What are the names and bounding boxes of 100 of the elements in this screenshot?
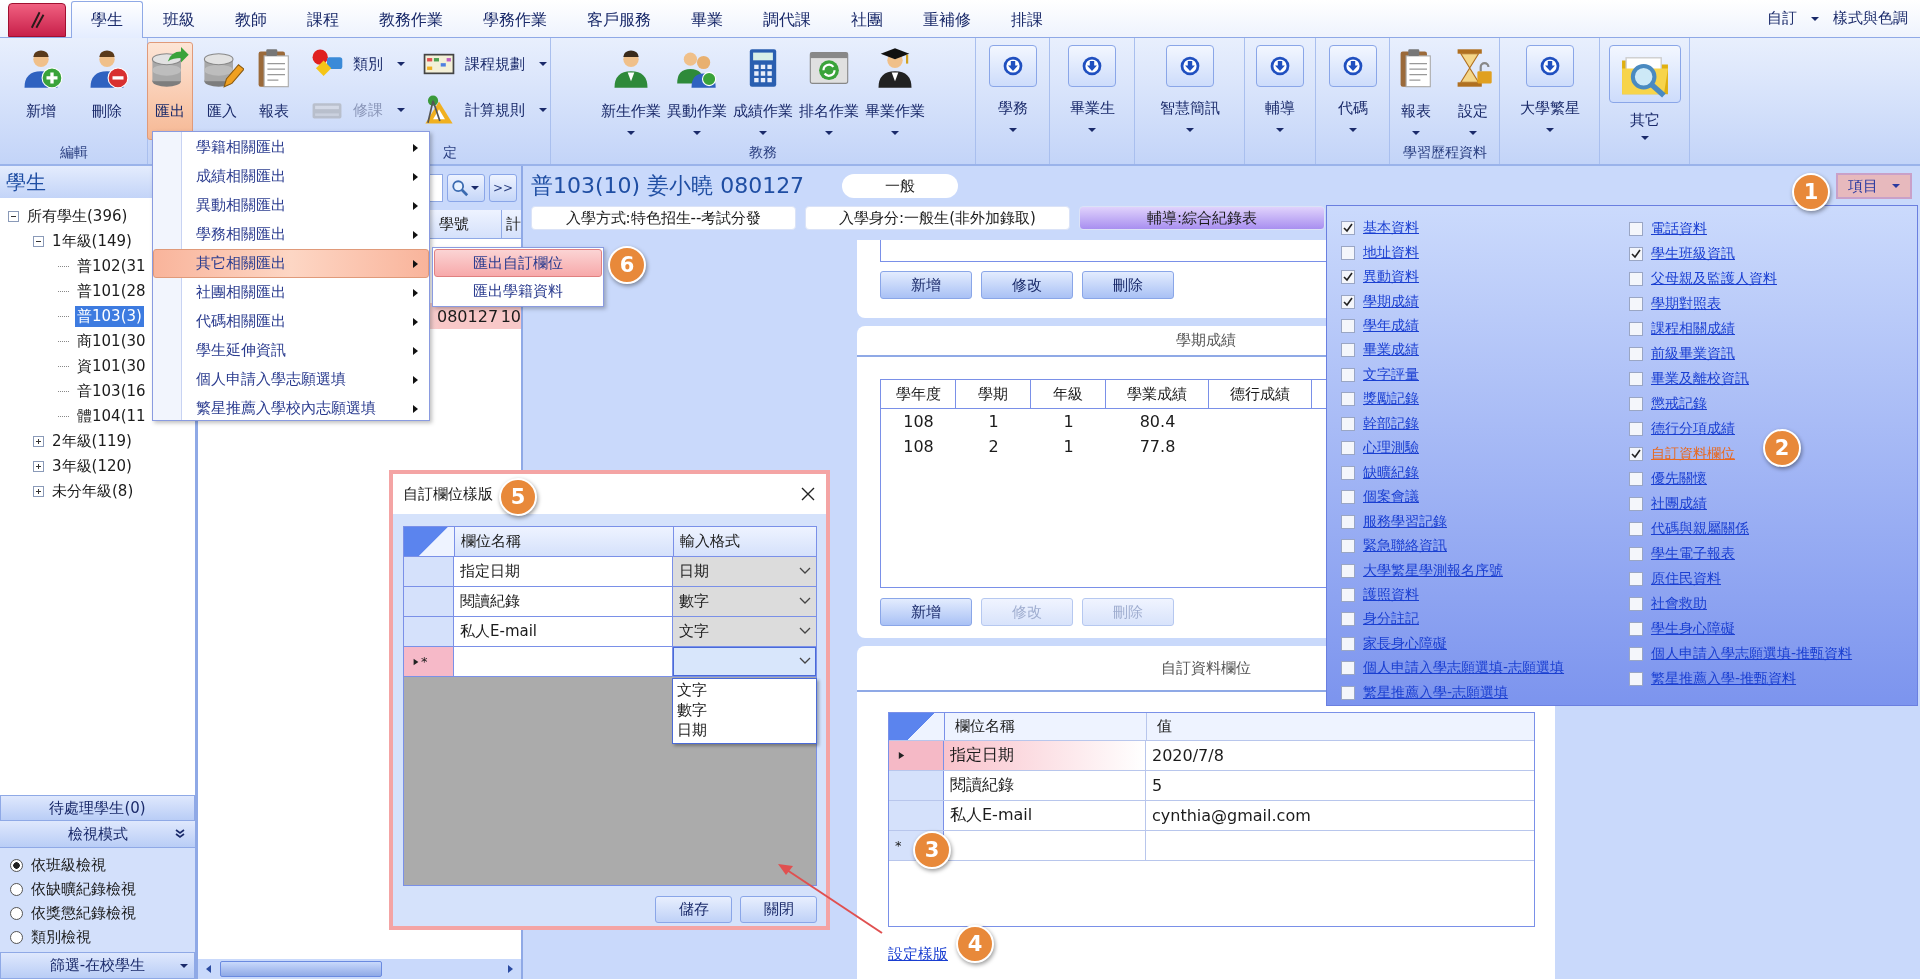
ribbon-tab[interactable]: 課程 [287,3,359,37]
column-header[interactable]: 年級 [1031,380,1106,408]
column-header[interactable]: 欄位名稱 [455,527,674,556]
select-all-corner[interactable] [404,527,455,556]
checkbox[interactable] [1341,221,1355,236]
ribbon-button[interactable]: 異動作業 [667,42,727,140]
checkbox[interactable] [1629,321,1643,336]
checkbox[interactable] [1341,392,1355,407]
checkbox[interactable] [1341,441,1355,456]
action-button[interactable]: 刪除 [1082,271,1174,299]
item-link[interactable]: 基本資料 [1363,219,1419,238]
ribbon-tab[interactable]: 排課 [991,3,1063,37]
column-header[interactable]: 德行成績 [1209,380,1312,408]
column-header[interactable]: 計 [502,210,521,238]
menu-item[interactable]: 代碼相關匯出 [153,307,429,336]
ribbon-button[interactable]: 計算規則 [415,90,551,130]
text-area[interactable] [880,240,1326,262]
ribbon-button[interactable]: 畢業作業 [865,42,925,140]
checkbox[interactable] [1341,465,1355,480]
dropdown-option[interactable]: 數字 [677,700,812,720]
checkbox[interactable] [1629,521,1643,536]
checkbox[interactable] [1629,271,1643,286]
table-cell[interactable]: cynthia@gmail.com [1146,801,1534,830]
item-link[interactable]: 前級畢業資訊 [1651,344,1735,363]
column-header[interactable]: 學業成績 [1106,380,1209,408]
column-header[interactable]: 值 [1147,713,1534,740]
column-header[interactable]: 學期 [956,380,1031,408]
checkbox[interactable] [1629,246,1643,261]
item-link[interactable]: 心理測驗 [1363,439,1419,458]
menu-item[interactable]: 匯出學籍資料 [434,277,602,305]
item-link[interactable]: 代碼與親屬關係 [1651,519,1749,538]
ribbon-button[interactable]: 排名作業 [799,42,859,140]
item-link[interactable]: 畢業成績 [1363,341,1419,360]
expand-icon[interactable] [33,486,44,497]
checkbox[interactable] [1341,685,1355,700]
ribbon-button[interactable]: 新增 [10,42,71,140]
column-header[interactable]: 學號 [435,210,502,238]
items-dropdown-button[interactable]: 項目 [1836,173,1912,199]
info-tab[interactable]: 入學身分:一般生(非外加錄取) [805,206,1070,230]
checkbox[interactable] [1629,396,1643,411]
item-link[interactable]: 德行分項成績 [1651,419,1735,438]
tree-item[interactable]: 商101(30 [75,331,148,352]
item-link[interactable]: 服務學習記錄 [1363,512,1447,531]
item-link[interactable]: 個案會議 [1363,488,1419,507]
checkbox[interactable] [1629,471,1643,486]
checkbox[interactable] [1629,421,1643,436]
radio-label[interactable]: 依班級檢視 [31,856,106,875]
tree-item[interactable]: 普103(3) [75,306,144,327]
collapse-icon[interactable] [8,211,19,222]
item-link[interactable]: 課程相關成績 [1651,319,1735,338]
item-link[interactable]: 學期對照表 [1651,294,1721,313]
ribbon-tab[interactable]: 調代課 [743,3,831,37]
menu-item[interactable]: 其它相關匯出 [153,249,429,278]
item-link[interactable]: 異動資料 [1363,268,1419,287]
checkbox[interactable] [1341,636,1355,651]
ribbon-button[interactable]: 設定 [1447,42,1499,140]
scroll-thumb[interactable] [220,961,382,977]
ribbon-tab[interactable]: 畢業 [671,3,743,37]
tree-item[interactable]: 音103(16 [75,381,148,402]
table-cell[interactable]: 5 [1146,771,1534,800]
horizontal-scrollbar[interactable] [198,959,521,979]
ribbon-button[interactable]: 報表 [1390,42,1442,140]
checkbox[interactable] [1629,446,1643,461]
item-link[interactable]: 懲戒記錄 [1651,394,1707,413]
checkbox[interactable] [1629,496,1643,511]
checkbox[interactable] [1341,612,1355,627]
dropdown-option[interactable]: 日期 [677,720,812,740]
collapse-icon[interactable] [33,236,44,247]
row-header[interactable]: * [404,647,454,676]
column-header[interactable]: 欄位名稱 [945,713,1147,740]
checkbox[interactable] [1629,571,1643,586]
checkbox[interactable] [1341,343,1355,358]
checkbox[interactable] [1629,646,1643,661]
item-link[interactable]: 社團成績 [1651,494,1707,513]
menu-item[interactable]: 學務相關匯出 [153,220,429,249]
ribbon-button[interactable]: 大學繁星 [1519,42,1580,140]
item-link[interactable]: 文字評量 [1363,365,1419,384]
filter-dropdown[interactable]: 篩選-在校學生 [0,952,195,979]
checkbox[interactable] [1341,319,1355,334]
tree-item[interactable]: 1年級(149) [50,231,134,252]
ribbon-button[interactable]: 輔導 [1256,42,1304,140]
dropdown-option[interactable]: 文字 [677,680,812,700]
ribbon-tab[interactable]: 教務作業 [359,3,463,37]
radio-label[interactable]: 依缺曠紀錄檢視 [31,880,136,899]
item-link[interactable]: 學生班級資訊 [1651,244,1735,263]
table-cell[interactable]: 閱讀紀錄 [944,771,1146,800]
expand-icon[interactable] [33,436,44,447]
tree-item[interactable]: 2年級(119) [50,431,134,452]
tree-item[interactable]: 體104(11 [75,406,148,427]
checkbox[interactable] [1629,221,1643,236]
table-cell[interactable]: 指定日期 [944,741,1146,770]
item-link[interactable]: 畢業及離校資訊 [1651,369,1749,388]
menu-item[interactable]: 社團相關匯出 [153,278,429,307]
app-menu-button[interactable] [8,3,66,37]
table-cell[interactable]: 私人E-mail [944,801,1146,830]
pending-students-button[interactable]: 待處理學生(0) [0,795,195,821]
action-button[interactable]: 新增 [880,271,972,299]
item-link[interactable]: 地址資料 [1363,243,1419,262]
ribbon-button[interactable]: 智慧簡訊 [1159,42,1220,140]
ribbon-button[interactable]: 類別 [303,44,409,84]
